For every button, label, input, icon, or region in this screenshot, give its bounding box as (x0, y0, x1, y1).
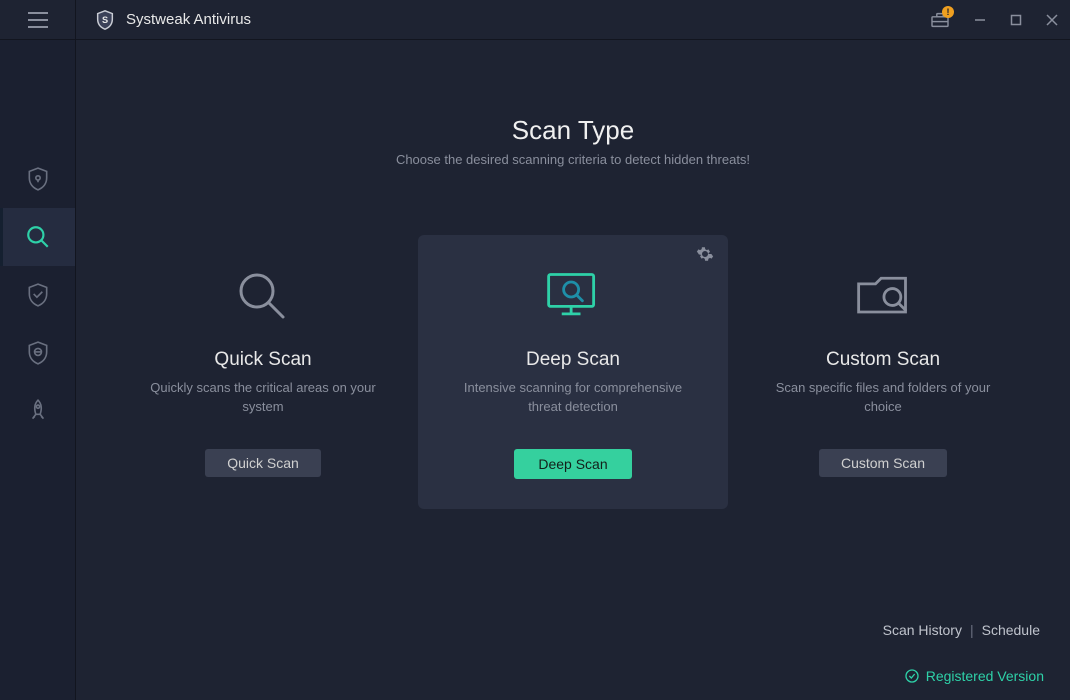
app-shield-icon: S (94, 9, 116, 31)
hamburger-icon (28, 12, 48, 28)
app-title-group: S Systweak Antivirus (76, 9, 251, 31)
schedule-link[interactable]: Schedule (982, 622, 1040, 638)
custom-scan-icon (746, 263, 1020, 331)
scan-history-link[interactable]: Scan History (883, 622, 962, 638)
custom-scan-title: Custom Scan (746, 349, 1020, 371)
minimize-icon (974, 14, 986, 26)
quick-scan-icon (126, 263, 400, 331)
sidebar (0, 40, 76, 700)
close-button[interactable] (1034, 0, 1070, 40)
notification-badge: ! (942, 6, 954, 18)
scan-cards: Quick Scan Quickly scans the critical ar… (76, 235, 1070, 509)
maximize-button[interactable] (998, 0, 1034, 40)
footer-separator: | (970, 622, 974, 638)
deep-scan-title: Deep Scan (436, 349, 710, 371)
sidebar-item-optimize[interactable] (0, 382, 75, 440)
sidebar-item-scan[interactable] (0, 208, 75, 266)
page-header: Scan Type Choose the desired scanning cr… (76, 40, 1070, 167)
folder-search-icon (853, 267, 913, 327)
deep-scan-desc: Intensive scanning for comprehensive thr… (436, 379, 710, 421)
shield-check-icon (25, 282, 51, 308)
sidebar-item-quarantine[interactable] (0, 266, 75, 324)
shield-lock-icon (25, 166, 51, 192)
check-circle-icon (904, 668, 920, 684)
quick-scan-desc: Quickly scans the critical areas on your… (126, 379, 400, 421)
shield-e-icon (25, 340, 51, 366)
maximize-icon (1010, 14, 1022, 26)
sidebar-item-protection[interactable] (0, 150, 75, 208)
main-content: Scan Type Choose the desired scanning cr… (76, 40, 1070, 700)
rocket-icon (25, 398, 51, 424)
minimize-button[interactable] (962, 0, 998, 40)
deep-scan-button[interactable]: Deep Scan (514, 449, 631, 479)
gear-icon[interactable] (696, 245, 714, 263)
page-title: Scan Type (76, 115, 1070, 146)
quick-scan-card[interactable]: Quick Scan Quickly scans the critical ar… (108, 235, 418, 509)
magnifier-icon (233, 267, 293, 327)
registration-status-text: Registered Version (926, 668, 1044, 684)
app-title: Systweak Antivirus (126, 11, 251, 28)
footer-links: Scan History | Schedule (883, 622, 1040, 638)
sidebar-item-web[interactable] (0, 324, 75, 382)
activity-button[interactable]: ! (924, 0, 956, 40)
close-icon (1046, 14, 1058, 26)
quick-scan-title: Quick Scan (126, 349, 400, 371)
monitor-search-icon (543, 267, 603, 327)
page-subtitle: Choose the desired scanning criteria to … (76, 152, 1070, 167)
custom-scan-button[interactable]: Custom Scan (819, 449, 947, 477)
custom-scan-card[interactable]: Custom Scan Scan specific files and fold… (728, 235, 1038, 509)
svg-text:S: S (102, 14, 108, 24)
search-icon (25, 224, 51, 250)
menu-button[interactable] (0, 0, 76, 40)
window-controls: ! (924, 0, 1070, 40)
titlebar: S Systweak Antivirus ! (0, 0, 1070, 40)
quick-scan-button[interactable]: Quick Scan (205, 449, 321, 477)
custom-scan-desc: Scan specific files and folders of your … (746, 379, 1020, 421)
deep-scan-card[interactable]: Deep Scan Intensive scanning for compreh… (418, 235, 728, 509)
registration-status: Registered Version (904, 668, 1044, 684)
deep-scan-icon (436, 263, 710, 331)
